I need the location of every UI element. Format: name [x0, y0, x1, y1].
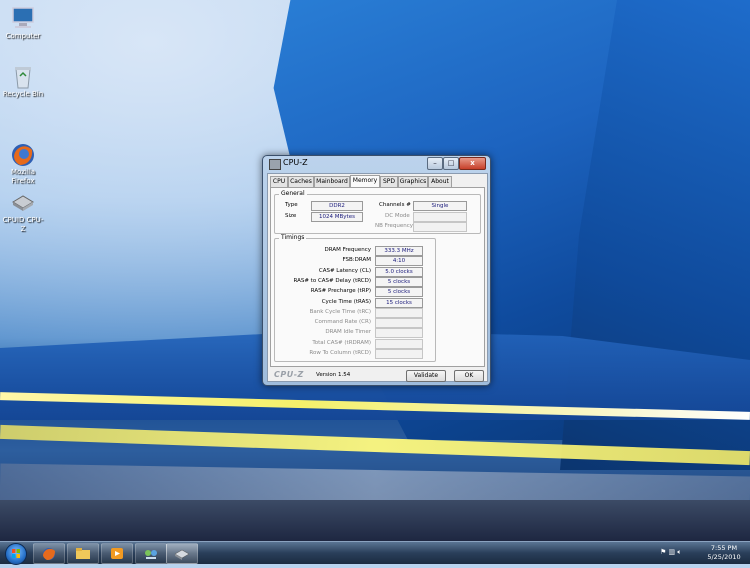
system-tray: ⚑ ▥ 🔈︎	[660, 548, 682, 557]
volume-icon[interactable]: 🔈︎	[677, 548, 681, 556]
desktop-icon-cpuz[interactable]: CPUID CPU-Z	[2, 190, 44, 234]
taskbar-clock[interactable]: 7:55 PM 5/25/2010	[704, 544, 744, 562]
clock-date: 5/25/2010	[707, 553, 741, 561]
timing-value	[375, 318, 423, 329]
timings-group-label: Timings	[279, 234, 307, 241]
version-text: Version 1.54	[316, 372, 351, 378]
desktop-icon-label: Mozilla Firefox	[10, 168, 36, 185]
timing-label: Command Rate (CR)	[314, 319, 371, 326]
cpuz-app-icon	[269, 159, 281, 170]
clock-time: 7:55 PM	[710, 544, 738, 552]
desktop-icon-label: CPUID CPU-Z	[2, 216, 44, 233]
timing-label: DRAM Idle Timer	[325, 329, 371, 336]
tab-spd[interactable]: SPD	[380, 176, 398, 187]
action-center-flag-icon[interactable]: ⚑	[660, 548, 666, 556]
tab-mainboard[interactable]: Mainboard	[314, 176, 350, 187]
timing-label: RAS# to CAS# Delay (tRCD)	[293, 277, 371, 284]
wallpaper-ground	[0, 500, 750, 542]
cpuz-logo: CPU-Z	[274, 370, 304, 379]
tab-cpu[interactable]: CPU	[270, 176, 288, 187]
timing-label: Total CAS# (tRDRAM)	[312, 339, 371, 346]
desktop-icon-label: Recycle Bin	[2, 90, 44, 98]
network-tray-icon[interactable]: ▥	[669, 548, 676, 556]
start-button[interactable]	[5, 543, 27, 565]
recycle-bin-icon	[10, 64, 36, 89]
dc-mode-label: DC Mode	[385, 213, 410, 219]
firefox-icon	[43, 548, 55, 560]
timing-label: Cycle Time (tRAS)	[321, 298, 371, 305]
tab-caches[interactable]: Caches	[288, 176, 314, 187]
timing-label: Bank Cycle Time (tRC)	[309, 308, 371, 315]
validate-button[interactable]: Validate	[406, 370, 446, 382]
nb-frequency-value	[413, 222, 467, 232]
taskbar-cpuz[interactable]	[166, 543, 198, 564]
channels-label: Channels #	[379, 202, 411, 208]
tab-about[interactable]: About	[428, 176, 452, 187]
taskbar-media-player[interactable]	[101, 543, 133, 564]
type-value: DDR2	[311, 201, 363, 211]
computer-icon	[10, 6, 36, 30]
ok-button[interactable]: OK	[454, 370, 484, 382]
size-label: Size	[285, 213, 297, 219]
window-title: CPU-Z	[283, 158, 308, 167]
window-titlebar[interactable]: CPU-Z – □ x	[263, 156, 490, 171]
window-client: CPU Caches Mainboard Memory SPD Graphics…	[267, 173, 488, 382]
taskbar: ⚑ ▥ 🔈︎ 7:55 PM 5/25/2010	[0, 541, 750, 565]
firefox-icon	[10, 133, 36, 166]
timings-group: Timings DRAM Frequency 333.3 MHz FSB:DRAM 4…	[274, 234, 436, 362]
desktop-icon-label: Computer	[5, 32, 41, 40]
desktop-icon-recycle-bin[interactable]: Recycle Bin	[2, 64, 44, 99]
desktop-icon-firefox[interactable]: Mozilla Firefox	[2, 124, 44, 195]
cpuz-window[interactable]: CPU-Z – □ x CPU Caches Mainboard Memory …	[262, 155, 491, 386]
windows-logo-icon	[12, 549, 20, 558]
timing-value	[375, 338, 423, 349]
general-group-label: General	[279, 190, 307, 197]
minimize-button[interactable]: –	[427, 157, 443, 170]
folder-icon	[76, 548, 90, 559]
timing-value: 333.3 MHz	[375, 246, 423, 256]
general-group: General Type DDR2 Size 1024 MBytes Chann…	[274, 190, 481, 234]
taskbar-network[interactable]	[135, 543, 167, 564]
memory-page: General Type DDR2 Size 1024 MBytes Chann…	[270, 187, 485, 367]
window-footer: CPU-Z Version 1.54 Validate OK	[272, 370, 485, 382]
dc-mode-value	[413, 212, 467, 222]
timing-value: 4:10	[375, 256, 423, 267]
channels-value: Single	[413, 201, 467, 211]
close-button[interactable]: x	[459, 157, 486, 170]
timing-value: 15 clocks	[375, 297, 423, 308]
cpuz-icon	[175, 549, 189, 560]
timing-label: FSB:DRAM	[342, 257, 371, 264]
timing-value	[375, 307, 423, 318]
timing-value: 5.0 clocks	[375, 266, 423, 277]
size-value: 1024 MBytes	[311, 212, 363, 222]
taskbar-firefox[interactable]	[33, 543, 65, 564]
network-icon	[145, 550, 157, 559]
media-player-icon	[111, 548, 123, 559]
type-label: Type	[285, 202, 298, 208]
timing-label: Row To Column (tRCD)	[309, 350, 371, 356]
timing-value	[375, 328, 423, 339]
timing-label: DRAM Frequency	[324, 247, 371, 253]
nb-frequency-label: NB Frequency	[375, 223, 414, 229]
maximize-button[interactable]: □	[443, 157, 459, 170]
timing-value	[375, 349, 423, 359]
desktop-icon-computer[interactable]: Computer	[2, 6, 44, 41]
taskbar-explorer[interactable]	[67, 543, 99, 564]
timing-label: CAS# Latency (CL)	[318, 267, 371, 274]
timing-label: RAS# Precharge (tRP)	[310, 288, 371, 295]
tab-graphics[interactable]: Graphics	[398, 176, 428, 187]
timing-value: 5 clocks	[375, 287, 423, 298]
timing-value: 5 clocks	[375, 276, 423, 287]
cpuz-icon	[10, 190, 36, 214]
